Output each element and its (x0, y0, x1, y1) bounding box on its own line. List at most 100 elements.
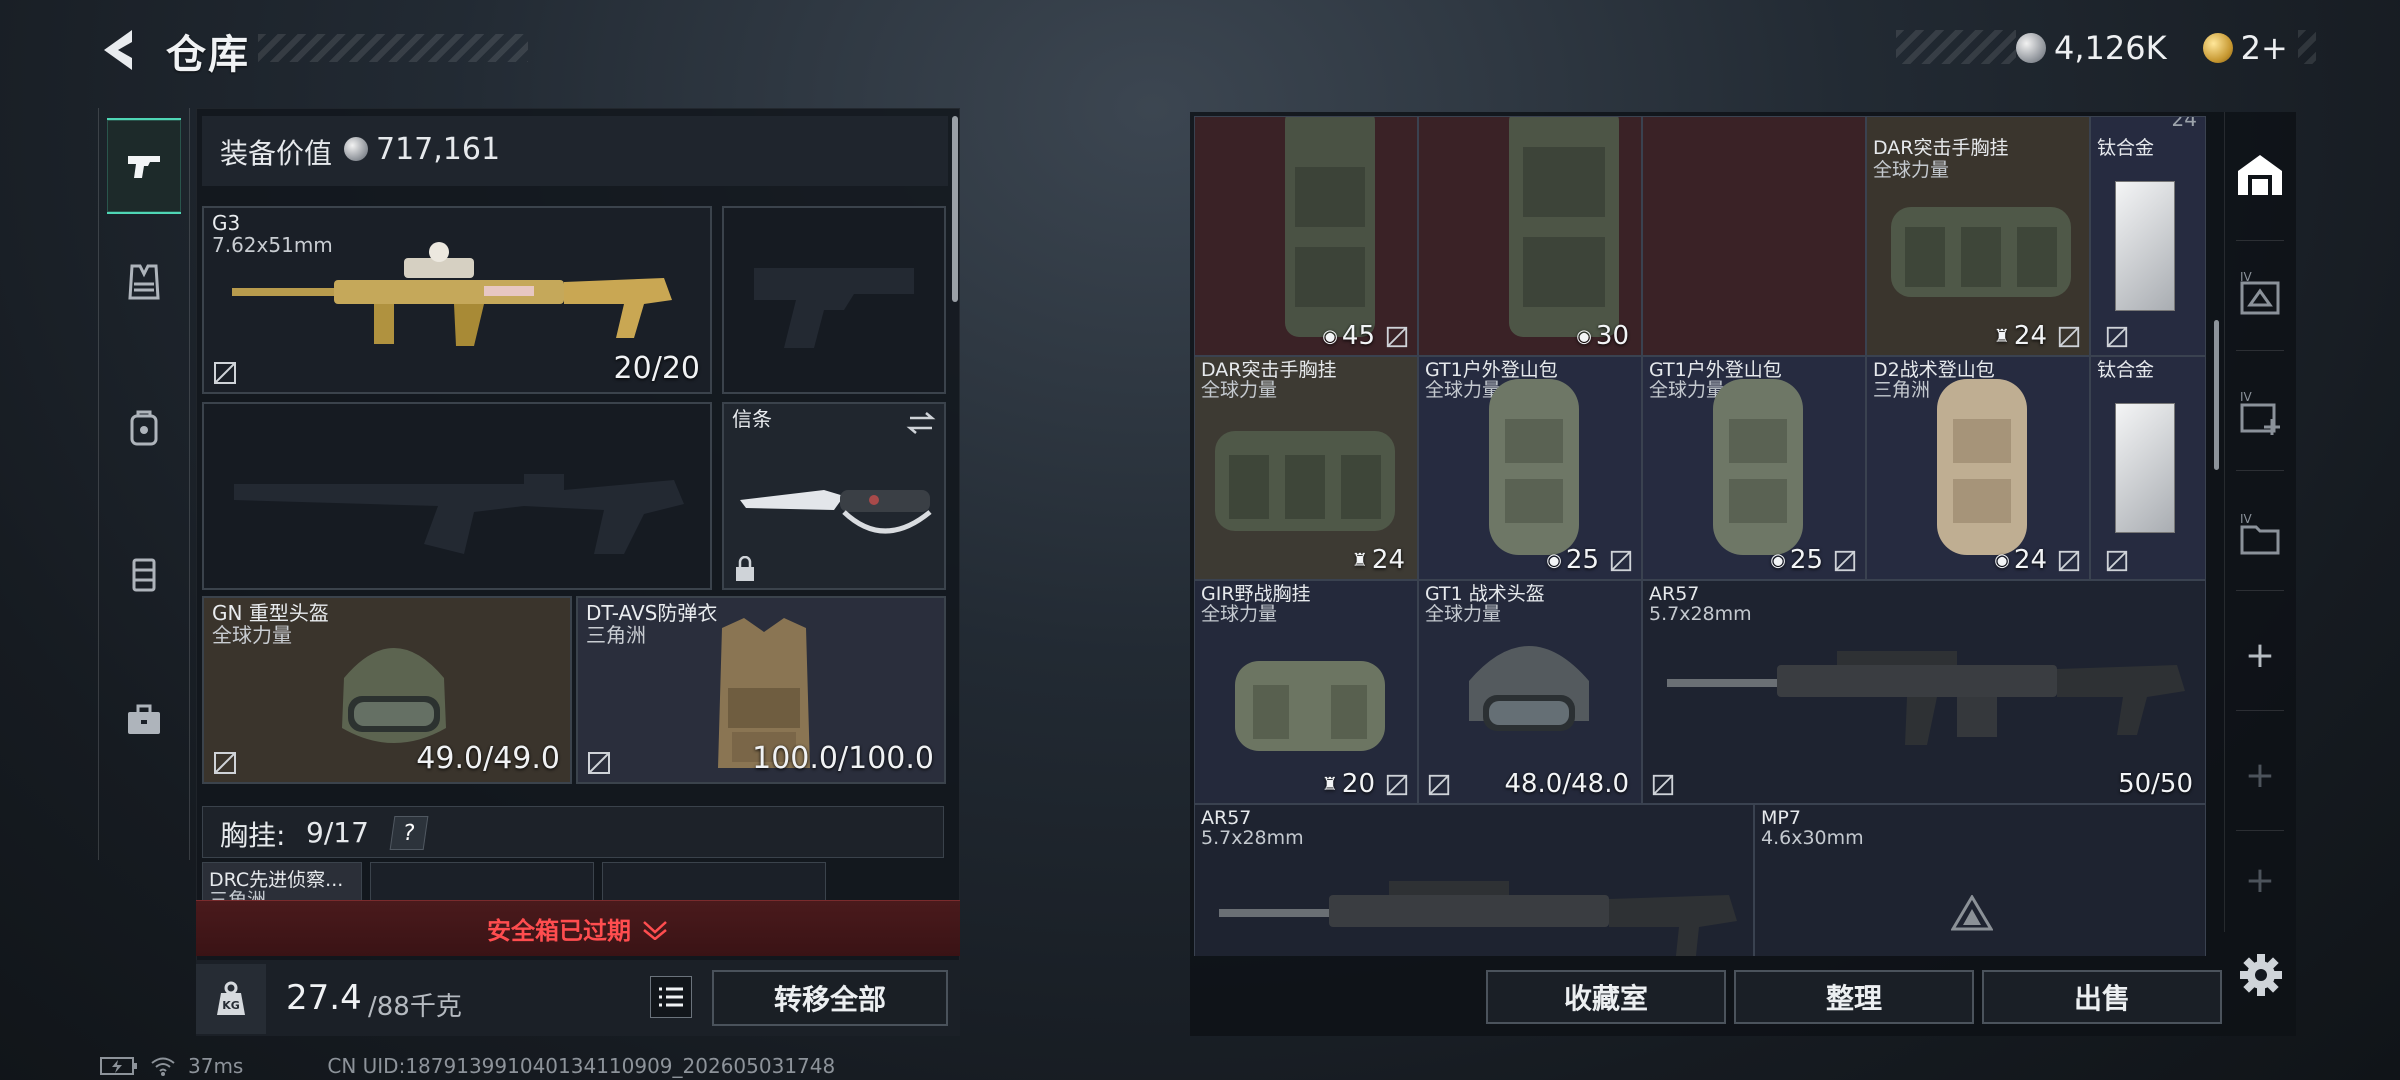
organize-button[interactable]: 整理 (1734, 970, 1974, 1024)
loadout-scrollbar[interactable] (952, 116, 958, 302)
tab-stash-add-4[interactable]: IV (2226, 360, 2294, 470)
tab-case[interactable] (107, 672, 181, 768)
stash-item-gir-rig[interactable]: GIR野战胸挂 全球力量 ♜ 20 (1194, 580, 1418, 804)
no-insure-icon (214, 362, 236, 384)
stash-item-capacity: ◉ 25 (1546, 545, 1599, 575)
rifle-silhouette-icon (234, 474, 684, 554)
chest-rig-slot[interactable] (370, 862, 594, 902)
no-insure-icon (1652, 774, 1674, 796)
tab-stash-folder-4[interactable]: IV (2226, 480, 2294, 590)
melee-slot[interactable]: 信条 (722, 402, 946, 590)
helmet-name: GN 重型头盔 (212, 601, 329, 625)
backpack-icon (1937, 379, 2027, 555)
svg-text:IV: IV (2240, 512, 2253, 526)
tab-stash-4[interactable]: IV (2226, 240, 2294, 350)
tab-weapons[interactable] (107, 118, 181, 214)
ar57-rifle-icon (1667, 651, 2185, 745)
stash-item-capacity: ♜ 24 (1351, 545, 1405, 575)
warehouse-icon (2238, 155, 2282, 195)
weight-current: 27.4 (286, 978, 362, 1018)
storage-add-icon: IV (2240, 390, 2280, 435)
back-arrow-icon (104, 30, 132, 70)
gear-icon (2240, 954, 2282, 996)
stash-item-d2-backpack[interactable]: D2战术登山包 三角洲 ◉ 24 (1866, 356, 2090, 580)
safe-case-expired-bar[interactable]: 安全箱已过期 (196, 900, 960, 956)
svg-text:KG: KG (222, 999, 240, 1012)
settings-button[interactable] (2236, 950, 2286, 1000)
no-insure-icon (2106, 326, 2128, 348)
tab-stash-main[interactable] (2226, 120, 2294, 230)
item-caliber: 4.6x30mm (1761, 827, 1864, 849)
stash-scrollbar[interactable] (2214, 320, 2219, 470)
stash-item-gt1-backpack-1[interactable]: GT1户外登山包 全球力量 ◉ 25 (1418, 356, 1642, 580)
stash-item-titanium-1[interactable]: 24 钛合金 (2090, 116, 2206, 356)
help-button[interactable]: ? (389, 816, 429, 850)
primary-weapon-slot[interactable]: G3 7.62x51mm 20/20 (202, 206, 712, 394)
divider (2236, 590, 2284, 591)
no-insure-icon (1834, 550, 1856, 572)
add-tab-button[interactable]: + (2226, 600, 2294, 710)
add-tab-button-disabled: + (2244, 754, 2276, 796)
transfer-all-button[interactable]: 转移全部 (712, 970, 948, 1026)
grid-corner-count: 24 (2171, 116, 2197, 131)
tab-pouch[interactable] (107, 526, 181, 622)
stash-item-capacity: ◉ 25 (1770, 545, 1823, 575)
stash-item-ar57-1[interactable]: AR57 5.7x28mm 50/50 (1642, 580, 2206, 804)
vest-small-icon: ♜ (1351, 549, 1368, 571)
back-button[interactable] (96, 24, 140, 76)
item-name: 钛合金 (2097, 137, 2155, 159)
stash-item-gt1-backpack-2[interactable]: GT1户外登山包 全球力量 ◉ 25 (1642, 356, 1866, 580)
item-name: DAR突击手胸挂 (1873, 137, 2009, 159)
stash-item-capacity: ◉ 45 (1322, 321, 1375, 351)
no-insure-icon (2058, 550, 2080, 572)
helmet-slot[interactable]: GN 重型头盔 全球力量 49.0/49.0 (202, 596, 572, 784)
no-insure-icon (214, 752, 236, 774)
pistol-slot[interactable] (722, 206, 946, 394)
stash-item-bag-1[interactable]: ◉ 45 (1194, 116, 1418, 356)
stash-item-mp7[interactable]: MP7 4.6x30mm (1754, 804, 2206, 956)
currency-bar: 4,126K 2+ (2016, 28, 2288, 68)
stash-item-gt1-helmet[interactable]: GT1 战术头盔 全球力量 48.0/48.0 (1418, 580, 1642, 804)
silver-coin-icon (2016, 33, 2046, 63)
stash-item-dar-2[interactable]: DAR突击手胸挂 全球力量 ♜ 24 (1194, 356, 1418, 580)
tab-chest-rig[interactable] (107, 234, 181, 330)
collection-room-button[interactable]: 收藏室 (1486, 970, 1726, 1024)
item-name: MP7 (1761, 807, 1801, 829)
g3-rifle-icon (232, 242, 672, 346)
silver-coin-icon (344, 137, 368, 161)
armor-durability: 100.0/100.0 (752, 741, 934, 776)
item-faction: 全球力量 (1201, 603, 1278, 625)
helmet-faction: 全球力量 (212, 623, 292, 647)
battery-icon (100, 1057, 137, 1075)
stash-item-titanium-2[interactable]: 钛合金 (2090, 356, 2206, 580)
titanium-bar-icon (2115, 181, 2175, 311)
gold-coin-icon (2202, 33, 2233, 63)
titanium-bar-icon (2115, 403, 2175, 533)
list-icon (659, 987, 683, 1007)
bag-icon: ◉ (1546, 549, 1562, 571)
chest-rig-item[interactable]: DRC先进侦察... 三角洲 (202, 862, 362, 911)
item-name: AR57 (1201, 807, 1252, 829)
helmet-durability: 49.0/49.0 (416, 741, 560, 776)
secondary-weapon-slot[interactable] (202, 402, 712, 590)
bag-icon: ◉ (1576, 325, 1592, 347)
divider (2236, 350, 2284, 351)
stash-item-capacity: ◉ 24 (1994, 545, 2047, 575)
primary-weapon-name: G3 (212, 211, 241, 235)
stash-grid: ◉ 45 ◉ 30 DAR突击手胸挂 全球力量 ♜ 24 24 钛合金 DAR突击手胸… (1194, 116, 2206, 956)
stash-item-bag-2-ext[interactable] (1642, 116, 1866, 356)
divider (2236, 830, 2284, 831)
bag-icon: ◉ (1770, 549, 1786, 571)
pistol-silhouette-icon (754, 268, 914, 348)
sell-button[interactable]: 出售 (1982, 970, 2222, 1024)
stash-item-dar-1[interactable]: DAR突击手胸挂 全球力量 ♜ 24 (1866, 116, 2090, 356)
armor-slot[interactable]: DT-AVS防弹衣 三角洲 100.0/100.0 (576, 596, 946, 784)
chest-rig-slot[interactable] (602, 862, 826, 902)
tab-backpack[interactable] (107, 380, 181, 476)
stash-item-bag-2[interactable]: ◉ 30 (1418, 116, 1642, 356)
stash-item-ar57-2[interactable]: AR57 5.7x28mm (1194, 804, 1754, 956)
gold-balance: 2+ (2240, 29, 2288, 67)
list-view-button[interactable] (650, 976, 692, 1018)
divider (2236, 470, 2284, 471)
chest-rig-capacity: 9/17 (306, 816, 369, 849)
